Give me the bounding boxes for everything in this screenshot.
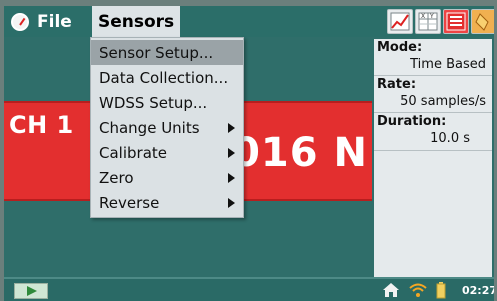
menu-item-wdss-setup[interactable]: WDSS Setup... [91, 90, 243, 115]
duration-block: Duration: 10.0 s [374, 113, 492, 151]
status-time: 02:27P [462, 284, 494, 297]
mode-label: Mode: [377, 40, 423, 55]
graph-view-icon [390, 12, 410, 31]
channel-label: CH 1 [9, 111, 74, 139]
menu-item-label: WDSS Setup... [99, 93, 208, 112]
svg-text:Y: Y [429, 13, 434, 20]
sensors-dropdown-menu: Sensor Setup... Data Collection... WDSS … [90, 37, 244, 218]
xy-table-view-icon: X Y [418, 12, 438, 31]
home-icon[interactable] [382, 282, 400, 298]
start-collection-button[interactable] [14, 283, 48, 299]
status-bar: 02:27P [4, 277, 494, 301]
menu-file[interactable]: File [37, 6, 72, 37]
rate-block: Rate: 50 samples/s [374, 76, 492, 113]
wifi-icon [409, 283, 427, 297]
menubar: File Sensors X Y [4, 6, 494, 37]
app-screen: File Sensors X Y CH 1 016 N Mode: Time B… [4, 6, 494, 301]
meter-reading: 016 N [232, 130, 368, 176]
graph-view-button[interactable] [387, 9, 413, 34]
menu-item-label: Calibrate [99, 143, 167, 162]
gauge-icon[interactable] [8, 6, 32, 37]
submenu-arrow-icon [228, 172, 235, 183]
menu-item-label: Change Units [99, 118, 200, 137]
menu-item-reverse[interactable]: Reverse [91, 190, 243, 215]
submenu-arrow-icon [228, 122, 235, 133]
menu-item-label: Zero [99, 168, 134, 187]
menu-item-calibrate[interactable]: Calibrate [91, 140, 243, 165]
collection-info-panel[interactable]: Mode: Time Based Rate: 50 samples/s Dura… [374, 39, 492, 277]
menu-sensors[interactable]: Sensors [92, 6, 181, 37]
menu-item-sensor-setup[interactable]: Sensor Setup... [91, 40, 243, 65]
menu-item-change-units[interactable]: Change Units [91, 115, 243, 140]
menu-item-label: Reverse [99, 193, 160, 212]
xy-table-view-button[interactable]: X Y [415, 9, 441, 34]
duration-value: 10.0 s [430, 131, 470, 146]
menu-item-label: Sensor Setup... [99, 43, 214, 62]
meter-list-view-button[interactable] [443, 9, 469, 34]
submenu-arrow-icon [228, 197, 235, 208]
play-icon [27, 286, 37, 296]
battery-icon [436, 282, 446, 299]
rate-value: 50 samples/s [400, 94, 486, 109]
submenu-arrow-icon [228, 147, 235, 158]
mode-block: Mode: Time Based [374, 39, 492, 76]
meter-list-view-icon [446, 12, 466, 31]
duration-label: Duration: [377, 114, 447, 129]
menu-item-data-collection[interactable]: Data Collection... [91, 65, 243, 90]
notes-view-button[interactable] [471, 9, 494, 34]
notes-view-icon [475, 13, 489, 31]
rate-label: Rate: [377, 77, 417, 92]
mode-value: Time Based [410, 57, 486, 72]
menu-item-zero[interactable]: Zero [91, 165, 243, 190]
menu-item-label: Data Collection... [99, 68, 229, 87]
svg-text:X: X [421, 13, 425, 20]
